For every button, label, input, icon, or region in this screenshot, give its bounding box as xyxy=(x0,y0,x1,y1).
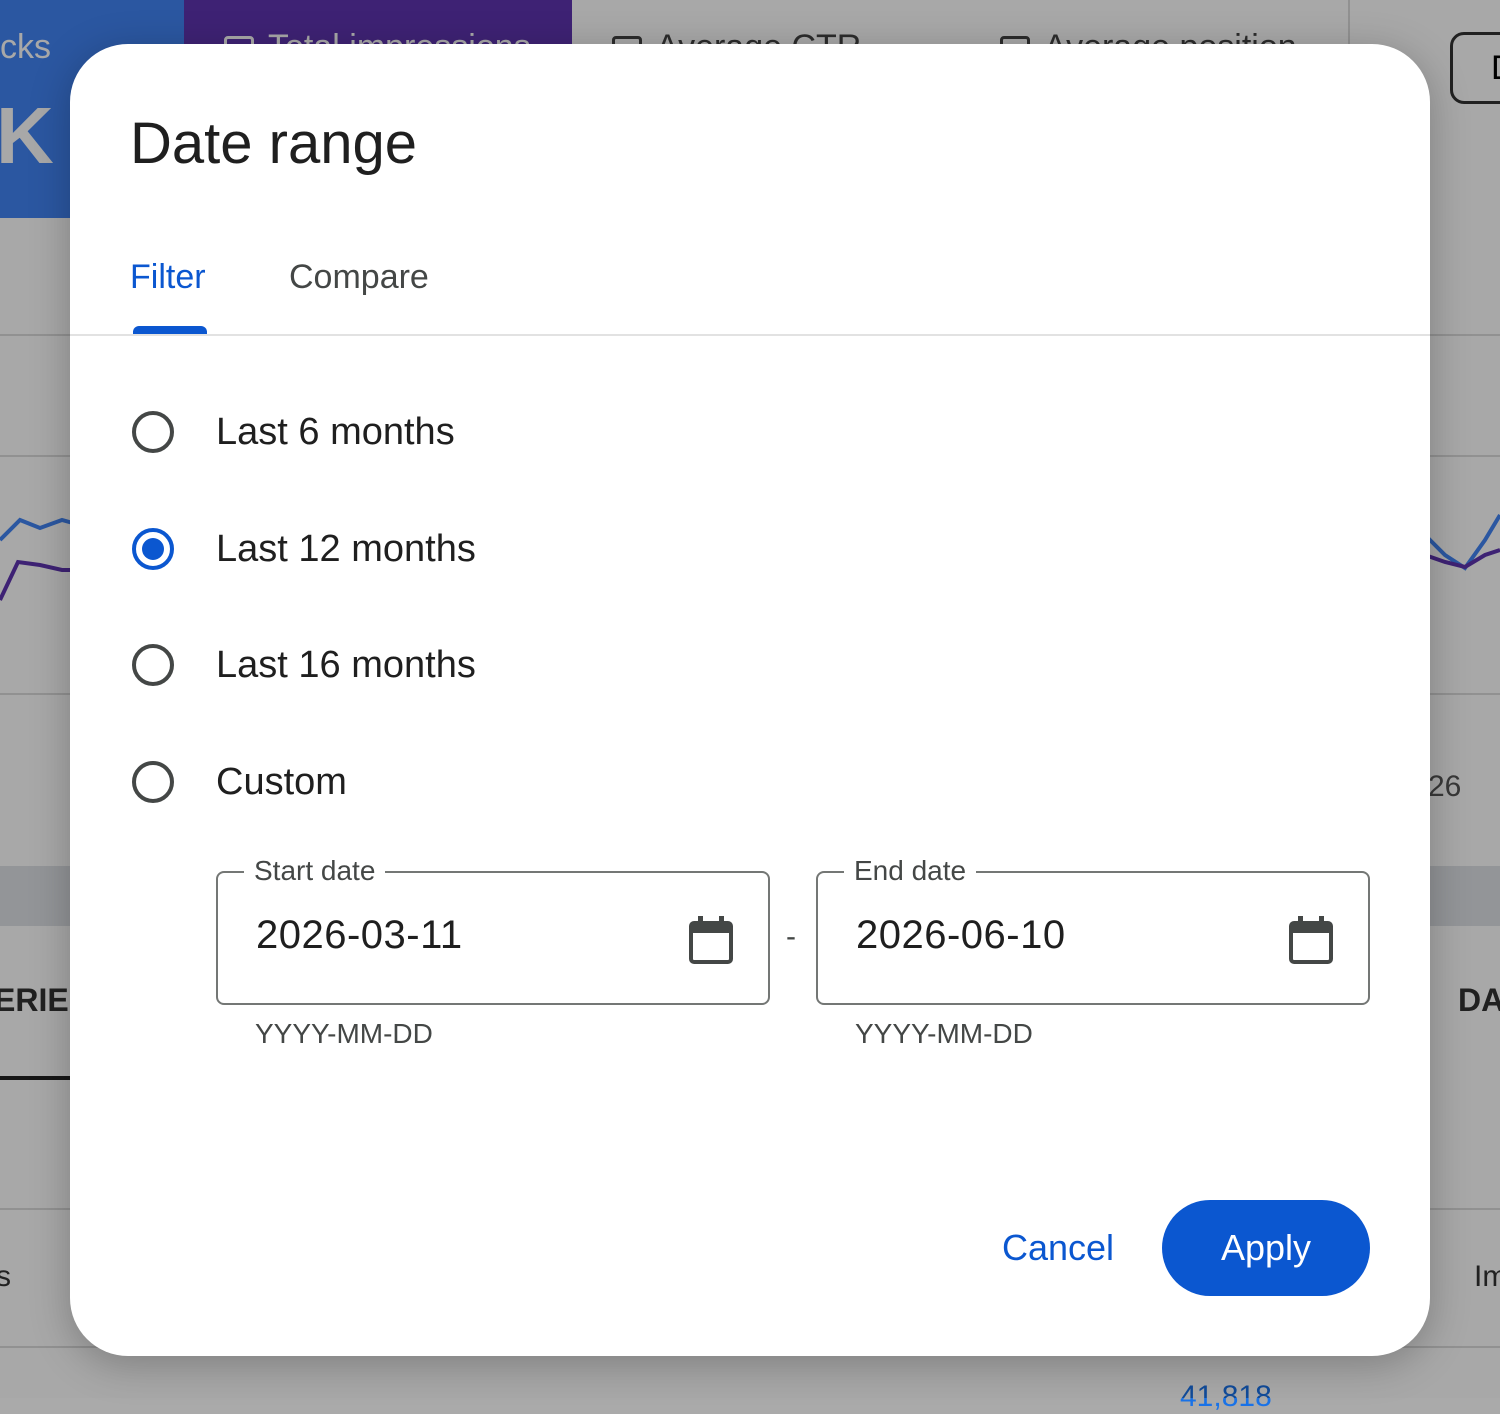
end-date-field[interactable]: End date 2026-06-10 xyxy=(816,855,1370,1005)
tab-filter[interactable]: Filter xyxy=(130,258,206,297)
radio-unchecked-icon[interactable] xyxy=(132,411,174,453)
end-date-value[interactable]: 2026-06-10 xyxy=(856,913,1066,958)
option-last-12-months[interactable]: Last 12 months xyxy=(132,519,476,579)
end-date-hint: YYYY-MM-DD xyxy=(855,1018,1033,1049)
option-label: Last 12 months xyxy=(216,527,476,570)
radio-checked-icon[interactable] xyxy=(132,528,174,570)
tab-compare[interactable]: Compare xyxy=(289,258,429,297)
option-label: Last 16 months xyxy=(216,643,476,686)
radio-unchecked-icon[interactable] xyxy=(132,644,174,686)
option-label: Custom xyxy=(216,760,347,803)
date-separator: - xyxy=(786,920,796,953)
date-range-dialog: Date range Filter Compare Last 6 months … xyxy=(70,44,1430,1356)
option-last-6-months[interactable]: Last 6 months xyxy=(132,402,455,462)
cancel-button[interactable]: Cancel xyxy=(980,1200,1136,1296)
start-date-legend: Start date xyxy=(244,855,386,887)
start-date-field[interactable]: Start date 2026-03-11 xyxy=(216,855,770,1005)
dialog-title: Date range xyxy=(130,111,417,176)
start-date-value[interactable]: 2026-03-11 xyxy=(256,913,463,958)
calendar-icon[interactable] xyxy=(688,915,734,965)
end-date-legend: End date xyxy=(844,855,977,887)
radio-dot xyxy=(142,538,164,560)
radio-unchecked-icon[interactable] xyxy=(132,761,174,803)
start-date-hint: YYYY-MM-DD xyxy=(255,1018,433,1049)
option-custom[interactable]: Custom xyxy=(132,752,347,812)
option-last-16-months[interactable]: Last 16 months xyxy=(132,635,476,695)
calendar-icon[interactable] xyxy=(1288,915,1334,965)
active-tab-indicator xyxy=(133,326,207,334)
tab-bar: Filter Compare xyxy=(70,244,1430,336)
apply-button[interactable]: Apply xyxy=(1162,1200,1370,1296)
option-label: Last 6 months xyxy=(216,410,455,453)
